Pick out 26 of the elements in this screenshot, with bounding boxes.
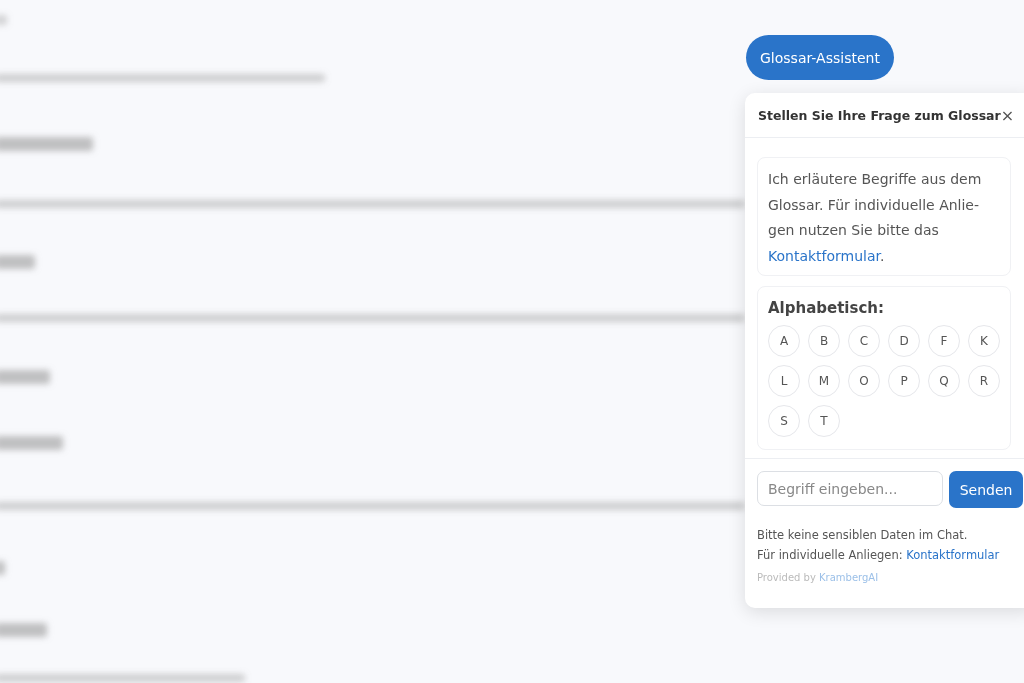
letter-button[interactable]: P (888, 365, 920, 397)
letter-button[interactable]: C (848, 325, 880, 357)
letter-button[interactable]: R (968, 365, 1000, 397)
letter-button[interactable]: F (928, 325, 960, 357)
letter-button[interactable]: Q (928, 365, 960, 397)
contact-link[interactable]: Kontaktformular (768, 247, 881, 264)
letter-button[interactable]: T (808, 405, 840, 437)
alphabet-heading: Alphabetisch: (768, 299, 885, 317)
letter-button[interactable]: M (808, 365, 840, 397)
letter-button[interactable]: O (848, 365, 880, 397)
assistant-button[interactable]: Glossar-Assistent (746, 35, 894, 80)
letter-button[interactable]: K (968, 325, 1000, 357)
letter-button[interactable]: S (768, 405, 800, 437)
provided-by-text: Provided by KrambergAI (757, 572, 880, 583)
intro-text: Ich erläutere Begriffe aus dem Glossar. Für individuelle Anlie-gen nutzen Sie bitte das Kontaktformular. (768, 170, 983, 266)
term-input[interactable]: Begriff eingeben... (757, 471, 943, 506)
letter-button[interactable]: A (768, 325, 800, 357)
privacy-notice: Bitte keine sensiblen Daten im Chat. (757, 528, 969, 542)
letter-button[interactable]: L (768, 365, 800, 397)
letter-button[interactable]: D (888, 325, 920, 357)
letter-button[interactable]: B (808, 325, 840, 357)
contact-link[interactable]: Kontaktformular (906, 548, 1000, 562)
contact-line: Für individuelle Anliegen: Kontaktformular (757, 548, 1001, 562)
close-button[interactable]: × (1000, 105, 1015, 125)
panel-title: Stellen Sie Ihre Frage zum Glossar (758, 107, 1001, 123)
send-button[interactable]: Senden (949, 471, 1023, 508)
